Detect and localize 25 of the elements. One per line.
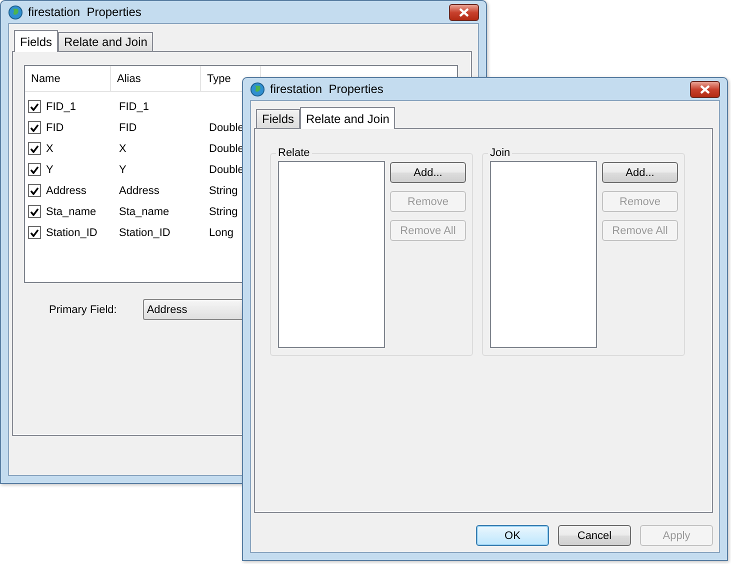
window-title: firestation Properties: [270, 82, 384, 96]
table-cell-text: X: [46, 142, 54, 154]
table-cell-text: String: [209, 206, 239, 218]
table-cell-text: FID: [119, 122, 138, 134]
table-cell-text: String: [209, 184, 239, 196]
group-label: Join: [489, 147, 512, 159]
table-cell-text: Y: [46, 164, 54, 176]
group-label: Relate: [277, 147, 311, 159]
table-cell-text: Y: [119, 164, 128, 176]
table-cell: Double: [209, 142, 245, 154]
table-cell-text: Long: [209, 226, 234, 238]
table-cell: Double: [209, 164, 245, 176]
table-cell-text: Address: [46, 184, 88, 196]
field-label: Primary Field:: [49, 304, 117, 316]
table-cell-text: Address: [119, 184, 160, 196]
table-cell-text: Sta_name: [119, 206, 170, 218]
table-cell-text: Station_ID: [46, 226, 98, 238]
table-cell: Double: [209, 122, 245, 134]
window-title: firestation Properties: [28, 5, 142, 19]
table-cell-text: Station_ID: [119, 226, 172, 238]
table-cell-text: FID_1: [46, 100, 77, 112]
table-cell-text: Sta_name: [46, 206, 98, 218]
table-cell-text: FID_1: [119, 100, 150, 112]
table-cell-text: FID: [46, 122, 65, 134]
table-cell-text: X: [119, 142, 128, 154]
